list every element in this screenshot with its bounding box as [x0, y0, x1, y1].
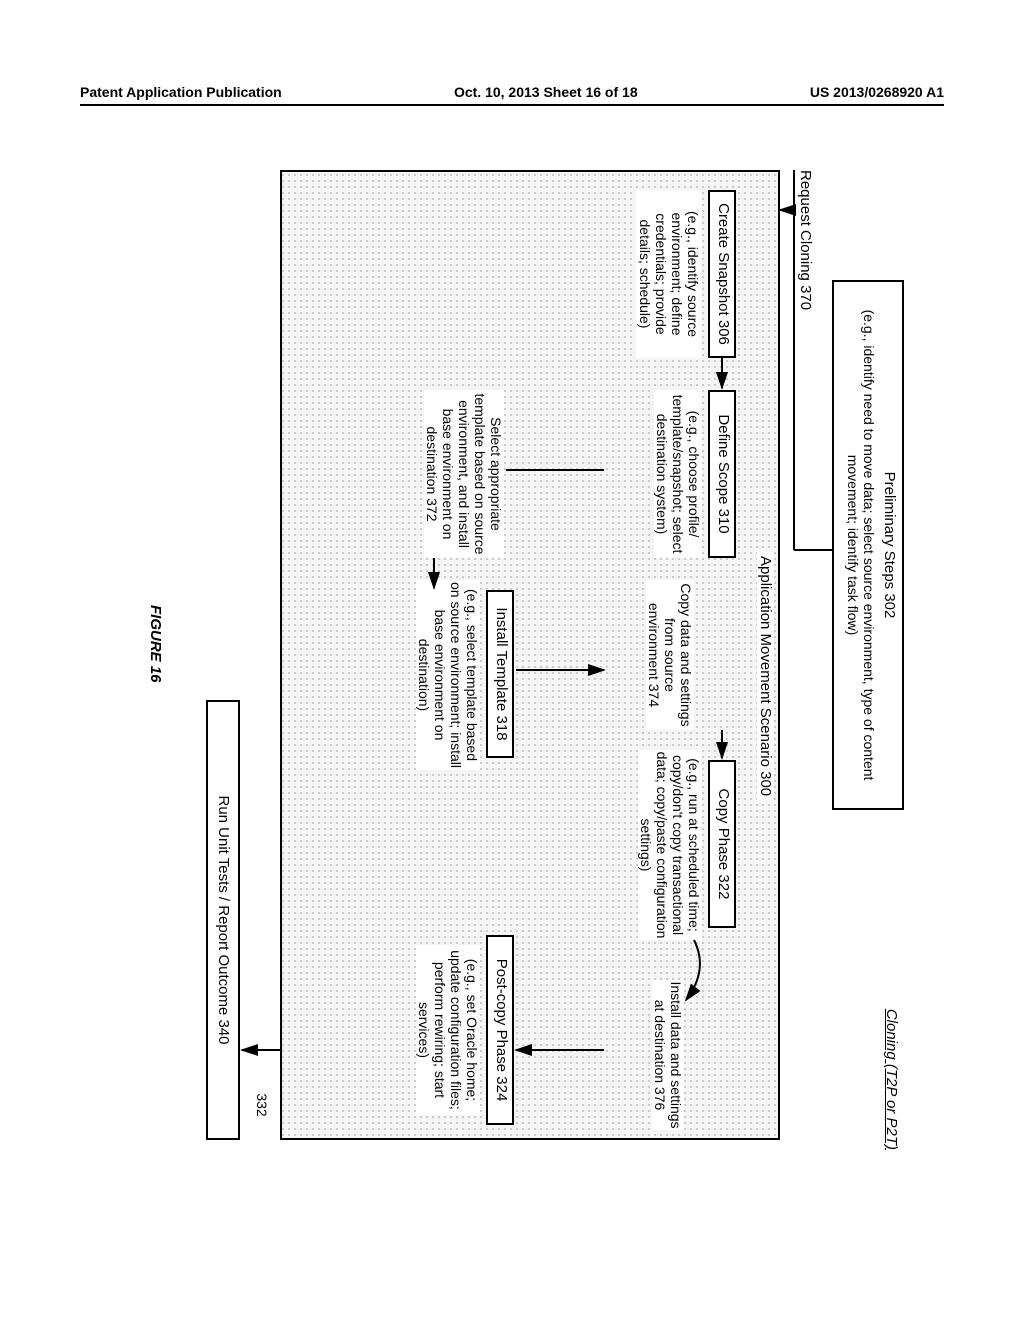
header-rule [80, 104, 944, 106]
figure-caption: FIGURE 16 [147, 605, 164, 683]
application-movement-scenario-area: Application Movement Scenario 300 [280, 170, 780, 1140]
cloning-title: Cloning (T2P or P2T) [883, 910, 900, 1150]
postcopy-phase-desc: (e.g., set Oracle home; update configura… [416, 945, 480, 1115]
preliminary-steps-desc: (e.g., identify need to move data; selec… [845, 288, 877, 802]
install-dest-label: Install data and settings at destination… [652, 980, 684, 1130]
copy-phase-box: Copy Phase 322 [708, 760, 736, 928]
define-scope-desc: (e.g., choose profile/ template/snapshot… [654, 390, 702, 558]
header-right: US 2013/0268920 A1 [810, 84, 944, 100]
preliminary-steps-title: Preliminary Steps 302 [881, 288, 898, 802]
ref-332-label: 332 [254, 1080, 270, 1130]
copy-phase-desc: (e.g., run at scheduled time; copy/don't… [638, 750, 702, 940]
request-cloning-label: Request Cloning 370 [797, 170, 814, 370]
define-scope-box: Define Scope 310 [708, 390, 736, 558]
create-snapshot-box: Create Snapshot 306 [708, 190, 736, 358]
run-unit-tests-box: Run Unit Tests / Report Outcome 340 [206, 700, 240, 1140]
figure-16-container: Cloning (T2P or P2T) Preliminary Steps 3… [128, 150, 904, 1160]
postcopy-phase-box: Post-copy Phase 324 [486, 935, 514, 1125]
copy-from-source-label: Copy data and settings from source envir… [646, 580, 694, 730]
header-left: Patent Application Publication [80, 84, 282, 100]
select-template-label: Select appropriate template based on sou… [424, 390, 504, 558]
create-snapshot-desc: (e.g., identify source environment; defi… [636, 190, 702, 358]
figure-16-diagram: Cloning (T2P or P2T) Preliminary Steps 3… [128, 150, 904, 1160]
install-template-desc: (e.g., select template based on source e… [416, 580, 480, 770]
scenario-label: Application Movement Scenario 300 [757, 552, 774, 800]
preliminary-steps-box: Preliminary Steps 302 (e.g., identify ne… [832, 280, 904, 810]
install-template-box: Install Template 318 [486, 590, 514, 758]
header-center: Oct. 10, 2013 Sheet 16 of 18 [454, 84, 638, 100]
